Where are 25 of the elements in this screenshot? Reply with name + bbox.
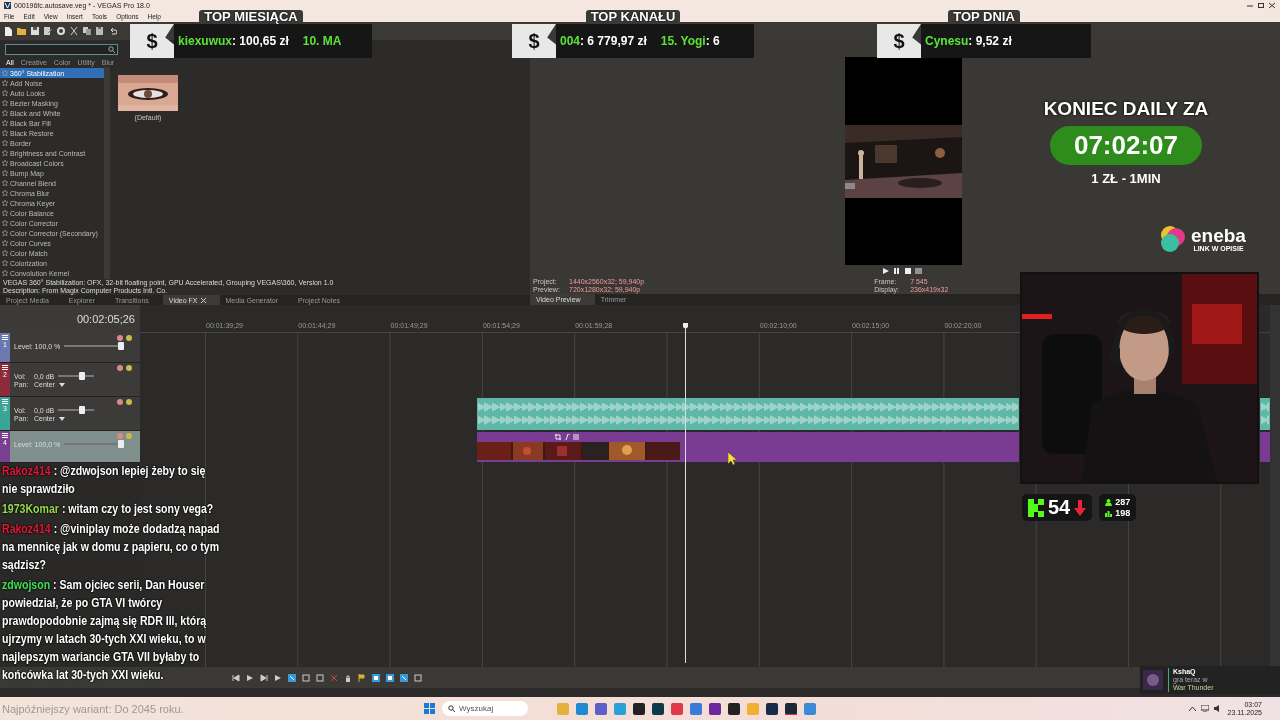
donor-entry: 004: 6 779,97 zł	[560, 34, 647, 48]
chat-message: 1973Komar : witam czy to jest sony vega?	[2, 501, 215, 518]
donor-entry: 10. MA	[302, 34, 342, 48]
timer-title: KONIEC DAILY ZA	[1043, 98, 1209, 120]
ranking-title: TOP KANAŁU	[585, 10, 681, 24]
stat-value: 198	[1115, 508, 1131, 518]
currency-badge: $	[512, 24, 556, 58]
ranking-title: TOP MIESIĄCA	[199, 10, 303, 24]
timecode: 00:02:05;26	[0, 305, 140, 333]
sponsor-name: eneba	[1191, 226, 1246, 245]
donor-entry: kiexuwux: 100,65 zł	[178, 34, 289, 48]
donor-entry: Cynesu: 9,52 zł	[925, 34, 1012, 48]
donor-entry: 15. Yogi: 6	[660, 34, 720, 48]
ranking-title: TOP DNIA	[948, 10, 1020, 24]
search-field[interactable]: Wyszukaj	[442, 701, 528, 716]
countdown: 07:02:07	[1049, 126, 1203, 165]
chat-message: zdwojson : Sam ojciec serii, Dan Houser powiedział, że po GTA VI twórcy prawdopodobnie zajmą się RDR III, którą ujrzymy w latach 30-tych XXI wieku, to w najlepszym wariancie GTA VII byłaby to końcówka lat 30-tych XXI wieku.	[2, 577, 208, 684]
chat-message: Rakoz414 : @zdwojson lepiej żeby to się nie sprawdziło	[2, 463, 207, 498]
currency-badge: $	[877, 24, 921, 58]
stat-count: 54	[1048, 496, 1071, 519]
chat-message: Rakoz414 : @viniplay może dodadzą napad na mennicę jak w domu z papieru, co o tym sądzisz?	[2, 521, 221, 574]
timer-rate: 1 ZŁ - 1MIN	[1091, 171, 1161, 186]
chat-caption: Najpóźniejszy wariant: Do 2045 roku.	[2, 703, 184, 715]
currency-badge: $	[130, 24, 174, 58]
stat-value: 287	[1115, 497, 1131, 507]
